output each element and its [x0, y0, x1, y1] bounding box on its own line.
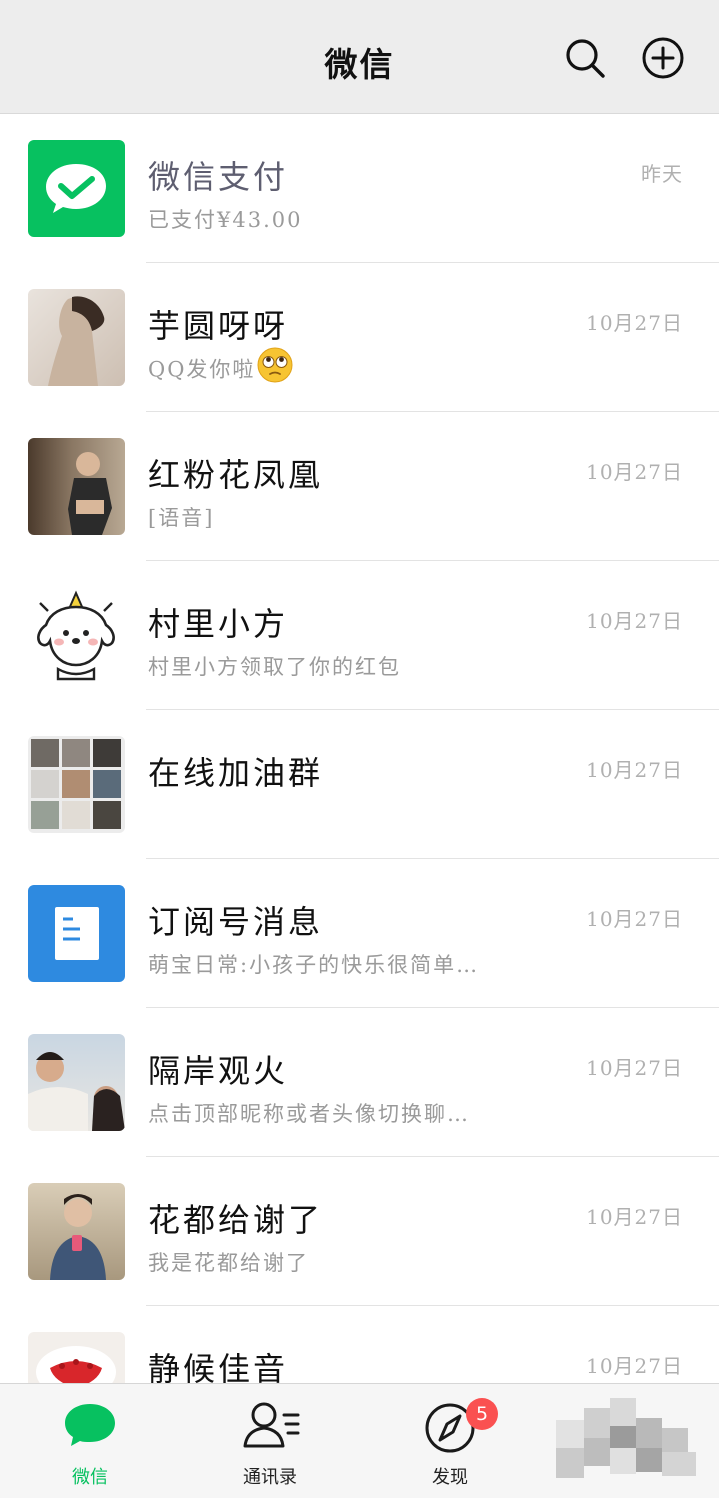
chat-row[interactable]: 隔岸观火 点击顶部昵称或者头像切换聊… 10月27日 — [0, 1008, 719, 1157]
avatar — [28, 289, 125, 386]
chat-name: 红粉花凤凰 — [148, 456, 324, 494]
page-title: 微信 — [324, 45, 395, 84]
tab-chats[interactable]: 微信 — [30, 1384, 150, 1498]
chat-row[interactable]: 花都给谢了 我是花都给谢了 10月27日 — [0, 1157, 719, 1306]
chat-preview-text: QQ发你啦 — [148, 357, 256, 382]
top-bar: 微信 — [0, 0, 719, 114]
chat-time: 10月27日 — [586, 311, 683, 335]
chat-time: 10月27日 — [586, 1056, 683, 1080]
chat-preview: QQ发你啦 — [148, 347, 293, 389]
chat-name: 隔岸观火 — [148, 1052, 289, 1090]
person-photo-icon — [68, 452, 112, 535]
tab-contacts[interactable]: 通讯录 — [210, 1384, 330, 1498]
group-avatar-grid-icon — [31, 739, 121, 829]
chat-name: 花都给谢了 — [148, 1201, 324, 1239]
contacts-person-icon — [243, 1402, 300, 1448]
wechat-pay-avatar — [28, 140, 125, 237]
tab-label: 通讯录 — [243, 1467, 297, 1488]
chat-time: 10月27日 — [586, 758, 683, 782]
chat-time: 10月27日 — [586, 1205, 683, 1229]
chat-time: 10月27日 — [586, 609, 683, 633]
avatar — [28, 587, 125, 684]
chat-list: 微信支付 已支付¥43.00 昨天 芋圆呀呀 QQ发你啦 10月27日 红粉花凤… — [0, 114, 719, 1455]
chat-preview: 萌宝日常:小孩子的快乐很简单… — [148, 953, 480, 977]
notification-badge: 5 — [466, 1398, 498, 1430]
chat-row-wechat-pay[interactable]: 微信支付 已支付¥43.00 昨天 — [0, 114, 719, 263]
tab-discover[interactable]: 5 发现 — [390, 1384, 510, 1498]
chat-preview: 已支付¥43.00 — [148, 208, 303, 232]
chat-row[interactable]: 芋圆呀呀 QQ发你啦 10月27日 — [0, 263, 719, 412]
avatar — [28, 1034, 125, 1131]
chat-row[interactable]: 村里小方 村里小方领取了你的红包 10月27日 — [0, 561, 719, 710]
chat-row-subscriptions[interactable]: 订阅号消息 萌宝日常:小孩子的快乐很简单… 10月27日 — [0, 859, 719, 1008]
avatar — [28, 1183, 125, 1280]
group-avatar — [28, 736, 125, 833]
wechat-pay-icon — [46, 164, 106, 213]
chat-bubble-icon — [65, 1404, 115, 1446]
eye-roll-emoji-icon — [257, 347, 293, 383]
cartoon-dog-icon — [37, 590, 115, 681]
chat-time: 10月27日 — [586, 1354, 683, 1378]
add-circle-icon[interactable] — [641, 36, 685, 80]
chat-preview: 我是花都给谢了 — [148, 1251, 309, 1275]
subscription-avatar — [28, 885, 125, 982]
chat-preview: 点击顶部昵称或者头像切换聊… — [148, 1102, 470, 1126]
chat-name: 村里小方 — [148, 605, 289, 643]
pixelated-tab-me-icon[interactable] — [556, 1398, 706, 1494]
tab-label: 微信 — [72, 1467, 108, 1488]
chat-preview: [语音] — [148, 506, 215, 530]
chat-name: 微信支付 — [148, 158, 289, 196]
chat-name: 芋圆呀呀 — [148, 307, 289, 345]
avatar — [28, 438, 125, 535]
tab-label: 发现 — [432, 1467, 468, 1488]
subscription-document-icon — [55, 907, 99, 960]
search-icon[interactable] — [563, 36, 607, 80]
chat-time: 10月27日 — [586, 460, 683, 484]
person-photo-icon — [48, 296, 105, 386]
chat-row[interactable]: 红粉花凤凰 [语音] 10月27日 — [0, 412, 719, 561]
person-photo-icon — [50, 1194, 106, 1280]
chat-row[interactable]: 在线加油群 10月27日 — [0, 710, 719, 859]
chat-preview: 村里小方领取了你的红包 — [148, 655, 401, 679]
couple-photo-icon — [28, 1052, 125, 1131]
chat-time: 昨天 — [641, 162, 683, 186]
chat-name: 在线加油群 — [148, 754, 324, 792]
chat-time: 10月27日 — [586, 907, 683, 931]
chat-name: 订阅号消息 — [148, 903, 324, 941]
